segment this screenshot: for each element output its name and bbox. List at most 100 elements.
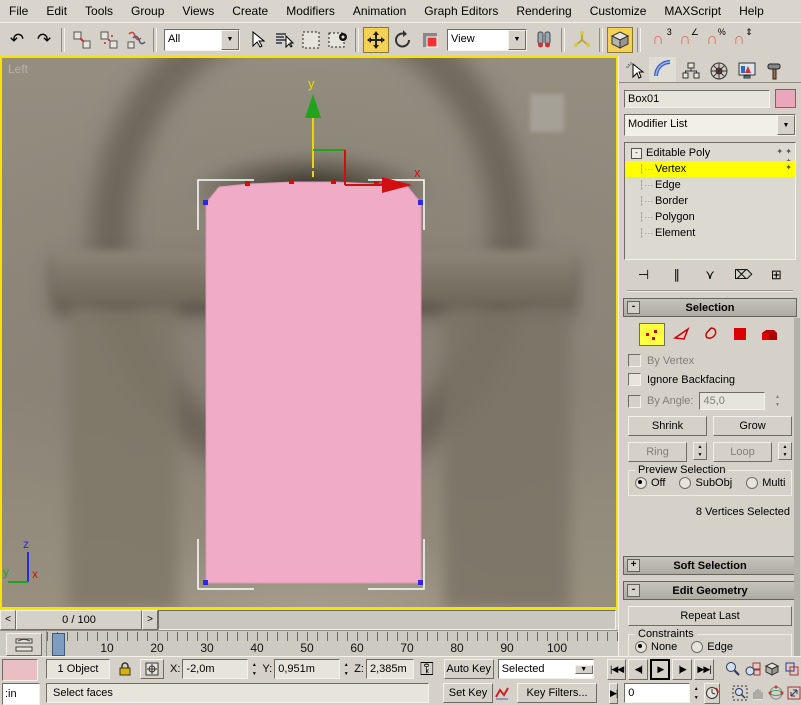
reference-coordinate-system-combo[interactable]: View ▼ [447,29,527,51]
menu-item[interactable]: File [0,0,37,22]
remove-modifier-icon[interactable]: ⌦ [731,265,755,285]
window-crossing-toggle-icon[interactable] [325,27,351,53]
select-and-link-icon[interactable] [69,27,95,53]
frame-spinner[interactable]: ▲▼ [690,684,702,702]
current-frame-field[interactable]: 0 [624,683,690,703]
grow-button[interactable]: Grow [713,416,792,436]
z-coordinate-field[interactable]: 2,385m [366,659,414,679]
select-and-rotate-icon[interactable] [390,27,416,53]
auto-key-button[interactable]: Auto Key [444,659,494,679]
y-coordinate-field[interactable]: 0,951m [274,659,340,679]
stack-item-polygon[interactable]: ┆···Polygon [625,209,795,225]
command-panel-scrollbar[interactable] [794,318,800,656]
menu-item[interactable]: Customize [581,0,656,22]
x-spinner[interactable]: ▲▼ [248,660,260,678]
shrink-button[interactable]: Shrink [628,416,707,436]
snaps-toggle-3d-icon[interactable]: ∩3 [645,27,671,53]
preview-off-radio[interactable]: Off [635,477,665,489]
menu-item[interactable]: Animation [344,0,415,22]
ring-spinner[interactable]: ▲▼ [693,442,707,460]
menu-item[interactable]: Graph Editors [415,0,507,22]
redo-icon[interactable]: ↷ [31,27,57,53]
by-angle-spinner[interactable]: ▲▼ [771,393,783,409]
soft-selection-rollout-header[interactable]: + Soft Selection [623,556,797,575]
snaps-cube-icon[interactable] [607,27,633,53]
x-coordinate-field[interactable]: -2,0m [182,659,248,679]
time-configuration-icon[interactable] [704,683,720,704]
pin-stack-icon[interactable]: ⊣ [632,265,656,285]
chevron-down-icon[interactable]: ▼ [221,30,239,50]
use-pivot-point-center-icon[interactable] [531,27,557,53]
rectangular-selection-region-icon[interactable] [298,27,324,53]
preview-multi-radio[interactable]: Multi [746,477,785,489]
previous-frame-arrow[interactable]: < [0,610,16,630]
viewport-left[interactable]: y x z y x Left [0,56,618,609]
set-key-big-icon[interactable]: ⚿ [420,660,434,678]
track-bar[interactable]: 0102030405060708090100 [0,630,618,657]
collapse-icon[interactable]: - [627,301,640,314]
viewport-label[interactable]: Left [8,62,28,76]
zoom-region-icon[interactable] [732,684,748,703]
viewport-canvas[interactable]: y x z y x [2,58,616,607]
menu-item[interactable]: Group [122,0,173,22]
chevron-down-icon[interactable]: ▼ [575,665,593,674]
menu-item[interactable]: Tools [76,0,122,22]
menu-item[interactable]: MAXScript [655,0,730,22]
selection-lock-icon[interactable] [116,660,134,678]
pan-hand-icon[interactable] [750,684,766,703]
goto-start-button[interactable]: |◀◀ [607,659,627,680]
chevron-down-icon[interactable]: ▼ [777,115,795,135]
key-mode-toggle-button[interactable]: ▶| [609,683,618,704]
polygon-mode-button[interactable] [728,323,752,344]
edit-geometry-rollout-header[interactable]: - Edit Geometry [623,581,797,600]
object-color-swatch[interactable] [775,89,796,108]
preview-subobj-radio[interactable]: SubObj [679,477,732,489]
ring-button[interactable]: Ring [628,442,687,462]
menu-item[interactable]: Edit [37,0,76,22]
modifier-list-combo[interactable]: Modifier List ▼ [624,114,796,136]
maximize-viewport-icon[interactable] [786,684,801,703]
tab-display[interactable] [733,59,760,82]
undo-icon[interactable]: ↶ [4,27,30,53]
menu-item[interactable]: Rendering [507,0,580,22]
select-and-scale-icon[interactable] [417,27,443,53]
stack-item-border[interactable]: ┆···Border [625,193,795,209]
loop-button[interactable]: Loop [713,442,772,462]
play-button[interactable]: ▶ [650,659,670,680]
expand-icon[interactable]: + [627,559,640,572]
zoom-all-icon[interactable] [744,660,762,679]
constraint-edge-radio[interactable]: Edge [691,641,733,653]
vertex-mode-button[interactable] [639,323,665,346]
bind-to-space-warp-icon[interactable] [123,27,149,53]
next-frame-arrow[interactable]: > [142,610,158,630]
select-object-icon[interactable] [244,27,270,53]
tab-hierarchy[interactable] [677,59,704,82]
next-frame-button[interactable]: |▶ [672,659,692,680]
select-and-move-icon[interactable] [363,27,389,53]
angle-snap-toggle-icon[interactable]: ∩∠ [672,27,698,53]
tab-create[interactable] [621,59,648,82]
menu-item[interactable]: Views [173,0,223,22]
by-angle-checkbox[interactable] [628,395,641,408]
tab-motion[interactable] [705,59,732,82]
stack-item-vertex[interactable]: ┆···Vertex ✦ [625,161,795,177]
previous-frame-button[interactable]: ◀| [628,659,648,680]
border-mode-button[interactable] [699,323,723,344]
tab-modify[interactable] [649,57,676,82]
menu-item[interactable]: Modifiers [277,0,344,22]
stack-item-editable-poly[interactable]: - Editable Poly ✦ ✦✦ [625,145,795,161]
show-end-result-icon[interactable]: ∥ [665,265,689,285]
track-bar-thumb[interactable] [52,633,65,656]
stack-item-element[interactable]: ┆···Element [625,225,795,241]
y-spinner[interactable]: ▲▼ [340,660,352,678]
arc-rotate-icon[interactable] [768,684,784,703]
editable-poly-object[interactable] [206,182,421,583]
selection-filter-combo[interactable]: All ▼ [164,29,240,51]
set-key-button[interactable]: Set Key [443,683,493,703]
transform-gizmo[interactable]: y x [305,76,421,193]
zoom-icon[interactable] [724,660,742,679]
selection-rollout-header[interactable]: - Selection [623,298,797,317]
make-unique-icon[interactable]: ⋎ [698,265,722,285]
spinner-snap-toggle-icon[interactable]: ∩⇕ [726,27,752,53]
constraint-none-radio[interactable]: None [635,641,677,653]
